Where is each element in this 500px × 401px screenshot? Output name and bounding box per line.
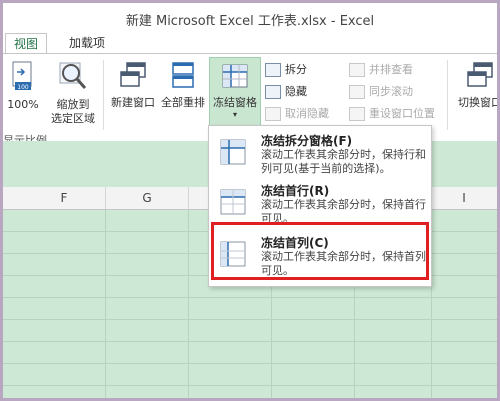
unhide-icon <box>265 107 281 121</box>
hide-button[interactable]: 隐藏 <box>265 82 307 102</box>
sync-scroll-label: 同步滚动 <box>369 85 413 98</box>
reset-position-button[interactable]: 重设窗口位置 <box>349 104 435 124</box>
arrange-all-label: 全部重排 <box>161 96 205 109</box>
freeze-panes-icon <box>222 64 248 88</box>
zoom-100-icon: 100 <box>12 61 32 91</box>
ribbon-separator <box>447 60 448 130</box>
tab-view[interactable]: 视图 <box>5 33 48 55</box>
reset-position-icon <box>349 107 365 121</box>
hide-icon <box>265 85 281 99</box>
new-window-label: 新建窗口 <box>111 96 155 109</box>
grid-line <box>3 297 497 298</box>
column-header-g[interactable]: G <box>106 187 189 210</box>
split-label: 拆分 <box>285 63 307 76</box>
menu-item-title: 冻结拆分窗格(F) <box>261 134 353 148</box>
side-by-side-label: 并排查看 <box>369 63 413 76</box>
arrange-all-icon <box>172 62 194 88</box>
tab-addins[interactable]: 加载项 <box>61 33 113 53</box>
arrange-all-button[interactable]: 全部重排 <box>159 60 207 110</box>
unhide-label: 取消隐藏 <box>285 107 329 120</box>
hide-label: 隐藏 <box>285 85 307 98</box>
zoom-100-label: 100% <box>7 98 39 111</box>
sync-scroll-button[interactable]: 同步滚动 <box>349 82 413 102</box>
freeze-top-row-icon <box>220 189 246 215</box>
zoom-100-button[interactable]: 100 100% <box>5 60 41 112</box>
freeze-panes-label: 冻结窗格 <box>213 96 257 109</box>
highlight-box <box>211 222 429 280</box>
split-icon <box>265 63 281 77</box>
switch-windows-icon <box>467 62 493 87</box>
svg-text:100: 100 <box>17 84 29 91</box>
column-header-f[interactable]: F <box>23 187 106 210</box>
switch-windows-label: 切换窗口 <box>453 96 500 110</box>
switch-windows-button[interactable]: 切换窗口 <box>453 60 500 110</box>
freeze-panes-icon <box>220 139 246 165</box>
magnifier-icon <box>59 62 87 89</box>
new-window-button[interactable]: 新建窗口 <box>109 60 157 110</box>
zoom-selection-button[interactable]: 缩放到 选定区域 <box>47 60 99 126</box>
sync-scroll-icon <box>349 85 365 99</box>
new-window-icon <box>120 62 146 87</box>
ribbon-separator <box>103 60 104 130</box>
row-header-corner <box>3 187 24 210</box>
reset-position-label: 重设窗口位置 <box>369 107 435 120</box>
side-by-side-button[interactable]: 并排查看 <box>349 60 413 80</box>
excel-window: 新建 Microsoft Excel 工作表.xlsx - Excel 视图 加… <box>0 0 500 401</box>
switch-windows-text: 切换窗口 <box>458 96 500 109</box>
menu-item-title: 冻结首行(R) <box>261 184 330 198</box>
column-header-i[interactable]: I <box>431 187 497 210</box>
grid-line <box>3 385 497 386</box>
split-button[interactable]: 拆分 <box>265 60 307 80</box>
grid-line <box>3 341 497 342</box>
menu-item-desc: 滚动工作表其余部分时，保持行和列可见(基于当前的选择)。 <box>261 148 426 175</box>
window-title: 新建 Microsoft Excel 工作表.xlsx - Excel <box>125 14 375 29</box>
zoom-selection-label: 缩放到 选定区域 <box>51 98 95 125</box>
side-by-side-icon <box>349 63 365 77</box>
ribbon-tabs: 视图 加载项 <box>3 33 497 55</box>
menu-item-freeze-top-row[interactable]: 冻结首行(R) 滚动工作表其余部分时，保持首行可见。 <box>213 178 427 228</box>
title-bar: 新建 Microsoft Excel 工作表.xlsx - Excel <box>3 3 497 33</box>
chevron-down-icon: ▾ <box>232 110 237 119</box>
freeze-panes-button[interactable]: 冻结窗格 ▾ <box>209 57 261 129</box>
grid-line <box>3 363 497 364</box>
grid-line <box>105 209 106 398</box>
grid-line <box>3 319 497 320</box>
grid-line <box>188 209 189 398</box>
unhide-button[interactable]: 取消隐藏 <box>265 104 329 124</box>
menu-item-freeze-panes[interactable]: 冻结拆分窗格(F) 滚动工作表其余部分时，保持行和列可见(基于当前的选择)。 <box>213 128 427 178</box>
